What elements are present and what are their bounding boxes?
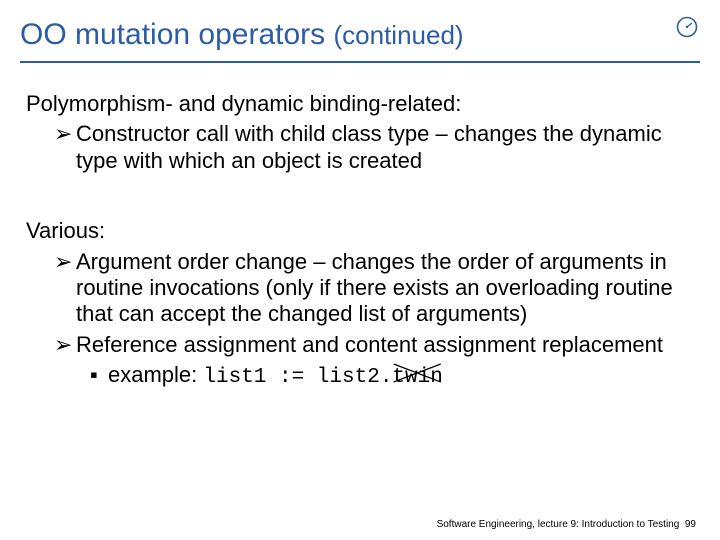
list-item: ➢ Constructor call with child class type… <box>26 121 694 174</box>
struck-code: twin <box>392 362 442 390</box>
sub-list-item: ▪ example: list1 := list2.twin <box>26 362 694 390</box>
example-label: example: <box>108 362 203 387</box>
list-item: ➢ Reference assignment and content assig… <box>26 332 694 358</box>
section-heading: Polymorphism- and dynamic binding-relate… <box>26 91 694 117</box>
title-main: OO mutation operators <box>20 18 333 51</box>
slide-body: Polymorphism- and dynamic binding-relate… <box>20 91 700 390</box>
code-plain: list1 := list2. <box>203 366 392 389</box>
clock-icon <box>676 16 698 38</box>
bullet-mark-icon: ➢ <box>54 332 76 358</box>
section-gap <box>26 178 694 212</box>
subbullet-mark-icon: ▪ <box>90 362 108 390</box>
slide: OO mutation operators (continued) Polymo… <box>0 0 720 540</box>
footer-text: Software Engineering, lecture 9: Introdu… <box>437 519 680 530</box>
slide-title: OO mutation operators (continued) <box>20 18 700 61</box>
bullet-text: Argument order change – changes the orde… <box>76 249 694 328</box>
bullet-text: Reference assignment and content assignm… <box>76 332 694 358</box>
sub-bullet-content: example: list1 := list2.twin <box>108 362 694 390</box>
bullet-mark-icon: ➢ <box>54 249 76 328</box>
bullet-mark-icon: ➢ <box>54 121 76 174</box>
bullet-text: Constructor call with child class type –… <box>76 121 694 174</box>
title-continued: (continued) <box>333 20 463 50</box>
list-item: ➢ Argument order change – changes the or… <box>26 249 694 328</box>
page-number: 99 <box>685 519 696 530</box>
code-struck: twin <box>392 366 442 389</box>
slide-logo <box>676 16 698 38</box>
slide-footer: Software Engineering, lecture 9: Introdu… <box>437 519 696 530</box>
section-heading: Various: <box>26 218 694 244</box>
title-rule <box>20 61 700 63</box>
